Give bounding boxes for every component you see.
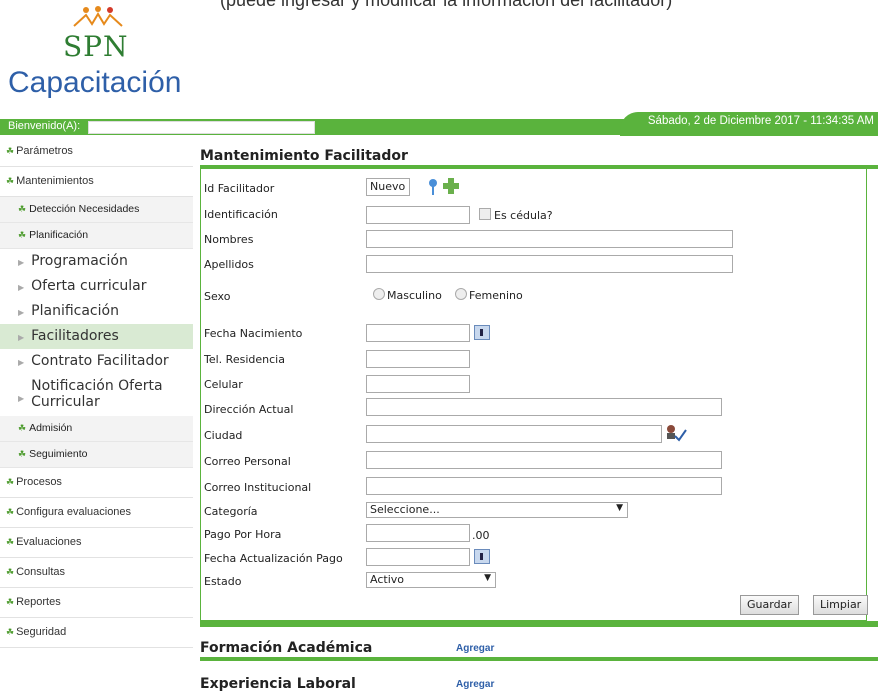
sidebar-link-notificacion[interactable]: ▶ Notificación Oferta Curricular: [0, 374, 193, 416]
chevron-right-icon: ▶: [18, 394, 25, 403]
chevron-right-icon: ▶: [18, 283, 25, 292]
identificacion-label: Identificación: [204, 208, 278, 221]
correo-inst-label: Correo Institucional: [204, 481, 312, 494]
chevron-right-icon: ▶: [18, 258, 25, 267]
apellidos-field[interactable]: [366, 255, 733, 273]
sidebar-link-facilitadores[interactable]: ▶ Facilitadores: [0, 324, 193, 349]
sidebar-link-oferta[interactable]: ▶ Oferta curricular: [0, 274, 193, 299]
datetime-label: Sábado, 2 de Diciembre 2017 - 11:34:35 A…: [647, 115, 874, 127]
app-logo: SPN Capacitación: [8, 6, 188, 99]
chevron-right-icon: ▶: [18, 358, 25, 367]
leaf-icon: ☘: [18, 423, 27, 433]
experiencia-title: Experiencia Laboral: [200, 676, 356, 692]
cut-caption: (puede ingresar y modificar la informaci…: [220, 0, 673, 10]
leaf-icon: ☘: [18, 230, 27, 240]
direccion-field[interactable]: [366, 398, 722, 416]
masculino-radio[interactable]: Masculino: [373, 288, 442, 302]
app-title: Capacitación: [8, 66, 182, 99]
dropdown-arrow-icon: ▼: [484, 573, 491, 583]
formacion-section: Formación Académica Agregar: [200, 640, 878, 661]
leaf-icon: ☘: [18, 204, 27, 214]
key-icon[interactable]: [426, 178, 440, 196]
guardar-button[interactable]: Guardar: [740, 595, 799, 615]
logo-text: SPN: [63, 30, 129, 63]
nombres-field[interactable]: [366, 230, 733, 248]
fecha-pago-label: Fecha Actualización Pago: [204, 552, 343, 565]
identificacion-field[interactable]: [366, 206, 470, 224]
sidebar-item-seguimiento[interactable]: ☘ Seguimiento: [0, 442, 193, 468]
fecha-nacimiento-field[interactable]: [366, 324, 470, 342]
leaf-icon: ☘: [6, 597, 15, 607]
sidebar-item-planificacion-group[interactable]: ☘ Planificación: [0, 223, 193, 249]
sidebar-item-mantenimientos[interactable]: ☘ Mantenimientos: [0, 167, 193, 197]
tel-field[interactable]: [366, 350, 470, 368]
correo-personal-field[interactable]: [366, 451, 722, 469]
sexo-label: Sexo: [204, 290, 231, 303]
welcome-label: Bienvenido(A):: [8, 120, 81, 132]
dropdown-arrow-icon: ▼: [616, 503, 623, 513]
sidebar-link-contrato[interactable]: ▶ Contrato Facilitador: [0, 349, 193, 374]
sidebar-item-reportes[interactable]: ☘ Reportes: [0, 588, 193, 618]
es-cedula-checkbox[interactable]: Es cédula?: [479, 208, 553, 222]
fecha-nacimiento-label: Fecha Nacimiento: [204, 327, 303, 340]
facilitador-form: Id Facilitador Nuevo Identificación Es c…: [200, 168, 869, 621]
celular-field[interactable]: [366, 375, 470, 393]
leaf-icon: ☘: [18, 449, 27, 459]
femenino-radio[interactable]: Femenino: [455, 288, 523, 302]
chevron-right-icon: ▶: [18, 333, 25, 342]
sidebar-link-planificacion[interactable]: ▶ Planificación: [0, 299, 193, 324]
sidebar-item-consultas[interactable]: ☘ Consultas: [0, 558, 193, 588]
categoria-select[interactable]: Seleccione... ▼: [366, 502, 628, 518]
sidebar-item-deteccion[interactable]: ☘ Detección Necesidades: [0, 197, 193, 223]
page-title: Mantenimiento Facilitador: [200, 148, 408, 164]
leaf-icon: ☘: [6, 176, 15, 186]
pago-field[interactable]: [366, 524, 470, 542]
apellidos-label: Apellidos: [204, 258, 254, 271]
nombres-label: Nombres: [204, 233, 254, 246]
leaf-icon: ☘: [6, 477, 15, 487]
ciudad-field[interactable]: [366, 425, 662, 443]
correo-inst-field[interactable]: [366, 477, 722, 495]
sidebar-item-evaluaciones[interactable]: ☘ Evaluaciones: [0, 528, 193, 558]
sidebar-item-parametros[interactable]: ☘ Parámetros: [0, 137, 193, 167]
username-field: [88, 121, 315, 134]
sidebar-item-configura[interactable]: ☘ Configura evaluaciones: [0, 498, 193, 528]
correo-personal-label: Correo Personal: [204, 455, 291, 468]
categoria-label: Categoría: [204, 505, 258, 518]
direccion-label: Dirección Actual: [204, 403, 294, 416]
top-bar: Bienvenido(A): Sábado, 2 de Diciembre 20…: [0, 112, 878, 136]
formacion-title: Formación Académica: [200, 640, 373, 656]
leaf-icon: ☘: [6, 537, 15, 547]
fecha-pago-field[interactable]: [366, 548, 470, 566]
estado-label: Estado: [204, 575, 242, 588]
people-logo-icon: [73, 6, 123, 27]
pago-suffix: .00: [472, 529, 490, 542]
experiencia-agregar-link[interactable]: Agregar: [456, 679, 494, 690]
tel-label: Tel. Residencia: [204, 353, 285, 366]
add-icon[interactable]: [443, 178, 459, 194]
estado-select[interactable]: Activo ▼: [366, 572, 496, 588]
search-person-icon[interactable]: [665, 424, 687, 442]
sidebar-menu: ☘ Parámetros ☘ Mantenimientos ☘ Detección N…: [0, 137, 193, 648]
formacion-agregar-link[interactable]: Agregar: [456, 643, 494, 654]
ciudad-label: Ciudad: [204, 429, 243, 442]
id-field[interactable]: Nuevo: [366, 178, 410, 196]
chevron-right-icon: ▶: [18, 308, 25, 317]
sidebar-item-admision[interactable]: ☘ Admisión: [0, 416, 193, 442]
sidebar-link-programacion[interactable]: ▶ Programación: [0, 249, 193, 274]
sidebar-item-seguridad[interactable]: ☘ Seguridad: [0, 618, 193, 648]
calendar-icon[interactable]: [474, 325, 490, 340]
pago-label: Pago Por Hora: [204, 528, 282, 541]
experiencia-section: Experiencia Laboral Agregar: [200, 676, 878, 693]
sidebar-item-procesos[interactable]: ☘ Procesos: [0, 468, 193, 498]
leaf-icon: ☘: [6, 567, 15, 577]
limpiar-button[interactable]: Limpiar: [813, 595, 869, 615]
calendar-icon[interactable]: [474, 549, 490, 564]
leaf-icon: ☘: [6, 627, 15, 637]
id-label: Id Facilitador: [204, 182, 275, 195]
form-header: Mantenimiento Facilitador: [200, 148, 878, 169]
celular-label: Celular: [204, 378, 243, 391]
leaf-icon: ☘: [6, 146, 15, 156]
leaf-icon: ☘: [6, 507, 15, 517]
